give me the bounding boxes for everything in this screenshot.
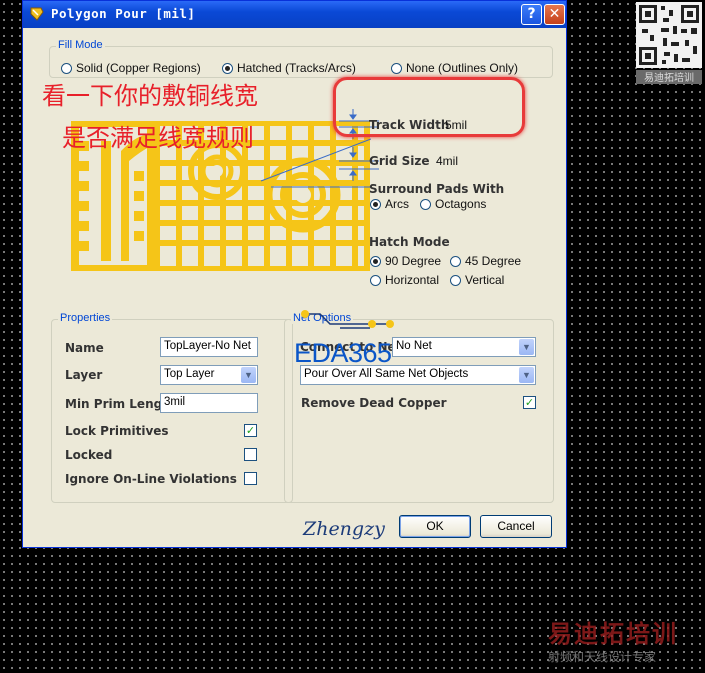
remove-dead-copper-checkbox[interactable]: ✓ (523, 396, 536, 409)
ignore-violations-checkbox[interactable] (244, 472, 257, 485)
connect-to-net-value: No Net (396, 340, 432, 352)
title-bar[interactable]: Polygon Pour [mil] ? ✕ (23, 1, 566, 28)
brand-watermark: 易迪拓培训 (548, 620, 678, 648)
grid-size-value: 4mil (436, 154, 459, 168)
layer-label: Layer (65, 368, 103, 382)
fill-none-radio[interactable] (391, 63, 402, 74)
connect-to-net-select[interactable]: No Net ▼ (392, 337, 536, 357)
hatch-vertical-radio[interactable] (450, 275, 461, 286)
help-button[interactable]: ? (521, 4, 542, 25)
author-signature: Zhengzy (303, 518, 385, 540)
window-title: Polygon Pour [mil] (51, 6, 196, 21)
annotation-line-1: 看一下你的敷铜线宽 (42, 82, 258, 110)
chevron-down-icon[interactable]: ▼ (519, 339, 534, 355)
trace-decoration (301, 310, 394, 329)
annotation-line-2: 是否满足线宽规则 (62, 124, 254, 152)
hatch-vertical-label[interactable]: Vertical (465, 273, 504, 287)
app-icon (30, 7, 44, 21)
hatch-horizontal-radio[interactable] (370, 275, 381, 286)
hatch-45-radio[interactable] (450, 256, 461, 267)
layer-select[interactable]: Top Layer ▼ (160, 365, 258, 385)
surround-arcs-label[interactable]: Arcs (385, 197, 409, 211)
surround-arcs-radio[interactable] (370, 199, 381, 210)
chevron-down-icon[interactable]: ▼ (241, 367, 256, 383)
locked-label: Locked (65, 448, 113, 462)
grid-size-label: Grid Size (369, 154, 430, 168)
hatch-90-radio[interactable] (370, 256, 381, 267)
close-button[interactable]: ✕ (544, 4, 565, 25)
surround-octagons-radio[interactable] (420, 199, 431, 210)
fill-solid-radio[interactable] (61, 63, 72, 74)
hatch-90-label[interactable]: 90 Degree (385, 254, 441, 268)
fill-none-label[interactable]: None (Outlines Only) (406, 61, 518, 75)
qr-code-image: 易迪拓培训 (636, 2, 702, 84)
pour-over-value: Pour Over All Same Net Objects (304, 368, 469, 380)
min-prim-length-field[interactable]: 3mil (160, 393, 258, 413)
cancel-button[interactable]: Cancel (480, 515, 552, 538)
qr-caption: 易迪拓培训 (644, 71, 694, 84)
hatch-mode-label: Hatch Mode (369, 235, 450, 249)
name-field[interactable]: TopLayer-No Net (160, 337, 258, 357)
ok-button[interactable]: OK (399, 515, 471, 538)
surround-pads-label: Surround Pads With (369, 182, 505, 196)
properties-label: Properties (58, 312, 113, 324)
remove-dead-copper-label: Remove Dead Copper (301, 396, 447, 410)
track-width-highlight (333, 77, 525, 137)
surround-octagons-label[interactable]: Octagons (435, 197, 486, 211)
fill-hatched-label[interactable]: Hatched (Tracks/Arcs) (237, 61, 356, 75)
brand-watermark-subtitle: 射频和天线设计专家 (548, 650, 657, 664)
hatch-45-label[interactable]: 45 Degree (465, 254, 521, 268)
eda365-logo: EDA365 (294, 338, 392, 368)
fill-hatched-radio[interactable] (222, 63, 233, 74)
layer-select-value: Top Layer (164, 368, 215, 380)
chevron-down-icon[interactable]: ▼ (519, 367, 534, 383)
locked-checkbox[interactable] (244, 448, 257, 461)
lock-primitives-checkbox[interactable]: ✓ (244, 424, 257, 437)
ignore-violations-label: Ignore On-Line Violations (65, 472, 237, 486)
fill-solid-label[interactable]: Solid (Copper Regions) (76, 61, 201, 75)
lock-primitives-label: Lock Primitives (65, 424, 169, 438)
hatch-horizontal-label[interactable]: Horizontal (385, 273, 439, 287)
name-label: Name (65, 341, 104, 355)
fill-mode-label: Fill Mode (56, 39, 105, 51)
